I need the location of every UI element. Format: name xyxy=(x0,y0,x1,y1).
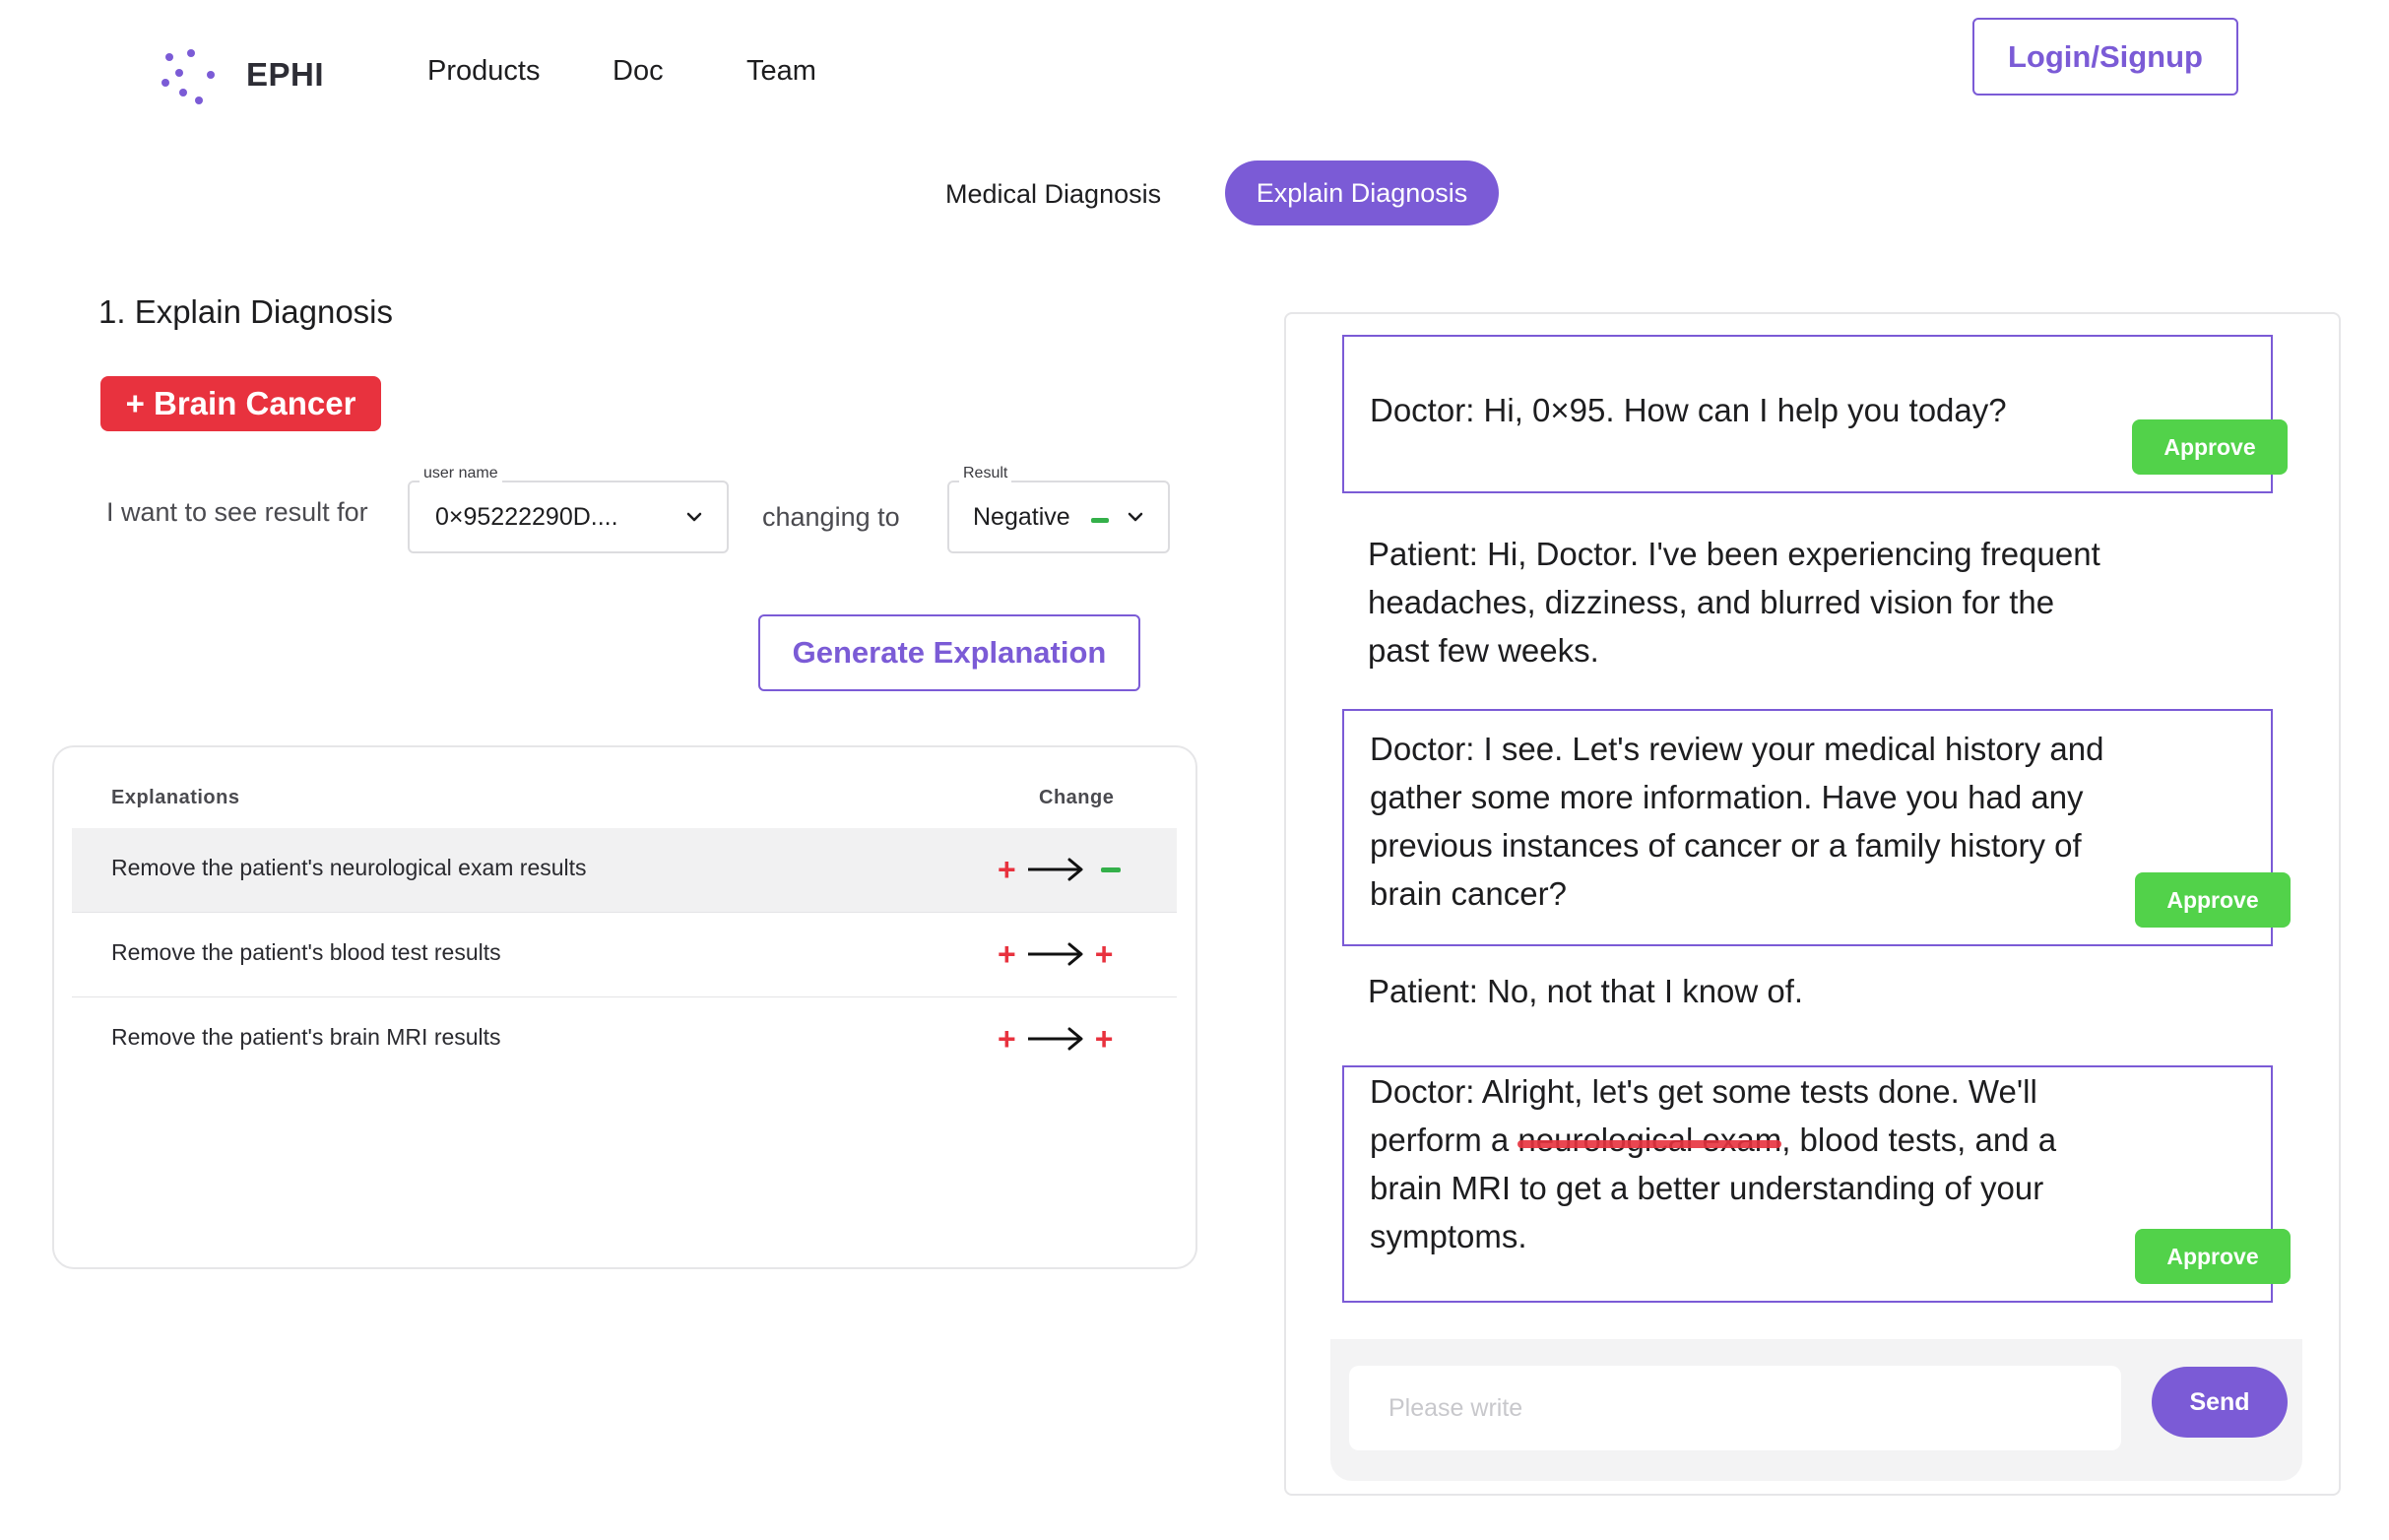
change-indicator: + + xyxy=(998,934,1113,974)
message-line: Doctor: I see. Let's review your medical… xyxy=(1370,731,2104,767)
chat-message-patient: Patient: Hi, Doctor. I've been experienc… xyxy=(1368,530,2298,687)
message-fragment: , blood tests, and a xyxy=(1781,1122,2057,1158)
to-positive: + xyxy=(1094,936,1114,972)
message-line: symptoms. xyxy=(1370,1218,1527,1254)
message-line: Patient: Hi, Doctor. I've been experienc… xyxy=(1368,536,2100,572)
arrow-right-icon xyxy=(1027,858,1083,881)
message-line: Doctor: Hi, 0×95. How can I help you tod… xyxy=(1370,392,2007,428)
login-signup-button[interactable]: Login/Signup xyxy=(1972,18,2238,96)
approve-button[interactable]: Approve xyxy=(2135,872,2291,928)
explanation-text: Remove the patient's neurological exam r… xyxy=(111,855,587,880)
tab-explain-diagnosis[interactable]: Explain Diagnosis xyxy=(1225,160,1499,225)
changing-label: changing to xyxy=(762,502,900,532)
from-positive: + xyxy=(998,1021,1016,1057)
brand-name: EPHI xyxy=(246,56,325,93)
message-text: Doctor: Alright, let's get some tests do… xyxy=(1370,1067,2056,1260)
chevron-down-icon xyxy=(1128,512,1143,522)
message-input[interactable] xyxy=(1349,1366,2121,1450)
explanation-row[interactable]: Remove the patient's brain MRI results +… xyxy=(72,997,1177,1082)
section-title: 1. Explain Diagnosis xyxy=(98,293,393,330)
from-positive: + xyxy=(998,936,1016,972)
generate-explanation-button[interactable]: Generate Explanation xyxy=(758,614,1140,691)
message-line: previous instances of cancer or a family… xyxy=(1370,827,2082,864)
change-indicator: + + xyxy=(998,1019,1113,1059)
user-name-caption: user name xyxy=(420,465,502,482)
brand-logo[interactable]: EPHI xyxy=(158,45,324,104)
explanations-header: Explanations xyxy=(111,787,240,808)
from-positive: + xyxy=(998,852,1016,887)
result-value: Negative xyxy=(973,502,1070,531)
message-line: perform a neurological exam, blood tests… xyxy=(1370,1116,2056,1164)
change-indicator: + xyxy=(998,850,1121,889)
explanation-text: Remove the patient's blood test results xyxy=(111,939,501,965)
chat-message-doctor: Doctor: Alright, let's get some tests do… xyxy=(1342,1065,2291,1303)
chat-compose-bar: Send xyxy=(1330,1339,2302,1481)
user-name-select[interactable]: user name 0×95222290D.... xyxy=(408,465,729,553)
approve-button[interactable]: Approve xyxy=(2135,1229,2291,1284)
negative-minus-icon xyxy=(1091,518,1109,523)
result-caption: Result xyxy=(959,465,1012,482)
message-line: Doctor: Alright, let's get some tests do… xyxy=(1370,1073,2037,1110)
message-text: Doctor: I see. Let's review your medical… xyxy=(1370,725,2103,918)
chevron-down-icon xyxy=(686,512,702,522)
tab-medical-diagnosis[interactable]: Medical Diagnosis xyxy=(926,162,1181,225)
to-negative-icon xyxy=(1100,866,1121,872)
explanation-row[interactable]: Remove the patient's blood test results … xyxy=(72,913,1177,997)
user-name-value: 0×95222290D.... xyxy=(435,502,618,531)
message-line: gather some more information. Have you h… xyxy=(1370,779,2084,815)
to-positive: + xyxy=(1094,1021,1114,1057)
logo-dots-icon xyxy=(158,45,217,104)
message-fragment: perform a xyxy=(1370,1122,1518,1158)
arrow-right-icon xyxy=(1027,942,1083,966)
nav-doc[interactable]: Doc xyxy=(613,55,664,88)
want-label: I want to see result for xyxy=(106,497,368,527)
struck-term: neurological exam xyxy=(1517,1116,1781,1164)
diagnosis-badge: + Brain Cancer xyxy=(100,376,381,431)
chat-message-doctor: Doctor: I see. Let's review your medical… xyxy=(1342,709,2291,946)
message-line: Patient: No, not that I know of. xyxy=(1368,973,1804,1009)
approve-button[interactable]: Approve xyxy=(2132,419,2288,475)
message-line: past few weeks. xyxy=(1368,632,1599,669)
change-header: Change xyxy=(1039,787,1115,808)
explanation-text: Remove the patient's brain MRI results xyxy=(111,1024,501,1050)
arrow-right-icon xyxy=(1027,1027,1083,1051)
nav-products[interactable]: Products xyxy=(427,55,540,88)
nav-team[interactable]: Team xyxy=(746,55,816,88)
message-line: brain MRI to get a better understanding … xyxy=(1370,1170,2044,1206)
explanations-card: Explanations Change Remove the patient's… xyxy=(52,745,1197,1269)
chat-message-doctor: Doctor: Hi, 0×95. How can I help you tod… xyxy=(1342,335,2288,493)
message-line: headaches, dizziness, and blurred vision… xyxy=(1368,584,2055,620)
chat-message-patient: Patient: No, not that I know of. xyxy=(1368,967,2298,1016)
result-select[interactable]: Result Negative xyxy=(947,465,1170,553)
message-line: brain cancer? xyxy=(1370,875,1567,912)
send-button[interactable]: Send xyxy=(2152,1367,2288,1438)
explanation-row[interactable]: Remove the patient's neurological exam r… xyxy=(72,828,1177,913)
